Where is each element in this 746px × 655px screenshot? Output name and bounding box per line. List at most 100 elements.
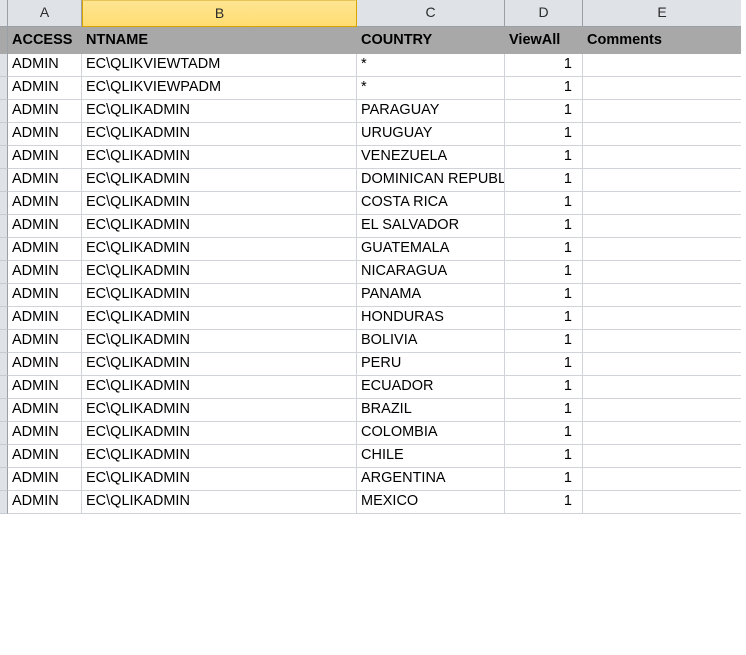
row-gutter[interactable] xyxy=(0,27,8,54)
cell-viewall[interactable]: 1 xyxy=(505,100,583,123)
table-row[interactable]: ADMIN EC\QLIKADMIN VENEZUELA 1 xyxy=(0,146,746,169)
select-all-corner[interactable] xyxy=(0,0,8,27)
cell-access[interactable]: ADMIN xyxy=(8,353,82,376)
row-gutter[interactable] xyxy=(0,77,8,100)
cell-ntname[interactable]: EC\QLIKADMIN xyxy=(82,468,357,491)
table-row[interactable]: ADMIN EC\QLIKADMIN MEXICO 1 xyxy=(0,491,746,514)
cell-comments[interactable] xyxy=(583,422,741,445)
row-gutter[interactable] xyxy=(0,307,8,330)
table-row[interactable]: ADMIN EC\QLIKADMIN HONDURAS 1 xyxy=(0,307,746,330)
cell-access[interactable]: ADMIN xyxy=(8,330,82,353)
cell-country[interactable]: VENEZUELA xyxy=(357,146,505,169)
cell-country[interactable]: BOLIVIA xyxy=(357,330,505,353)
cell-ntname[interactable]: EC\QLIKADMIN xyxy=(82,353,357,376)
cell-comments[interactable] xyxy=(583,468,741,491)
table-row[interactable]: ADMIN EC\QLIKADMIN EL SALVADOR 1 xyxy=(0,215,746,238)
table-row[interactable]: ADMIN EC\QLIKADMIN CHILE 1 xyxy=(0,445,746,468)
cell-country[interactable]: PANAMA xyxy=(357,284,505,307)
column-title-comments[interactable]: Comments xyxy=(583,27,741,54)
row-gutter[interactable] xyxy=(0,146,8,169)
cell-country[interactable]: COLOMBIA xyxy=(357,422,505,445)
row-gutter[interactable] xyxy=(0,330,8,353)
cell-country[interactable]: PARAGUAY xyxy=(357,100,505,123)
cell-viewall[interactable]: 1 xyxy=(505,77,583,100)
cell-access[interactable]: ADMIN xyxy=(8,54,82,77)
table-row[interactable]: ADMIN EC\QLIKADMIN COSTA RICA 1 xyxy=(0,192,746,215)
cell-country[interactable]: DOMINICAN REPUBLIC xyxy=(357,169,505,192)
cell-comments[interactable] xyxy=(583,146,741,169)
cell-comments[interactable] xyxy=(583,261,741,284)
cell-ntname[interactable]: EC\QLIKADMIN xyxy=(82,422,357,445)
cell-viewall[interactable]: 1 xyxy=(505,399,583,422)
cell-viewall[interactable]: 1 xyxy=(505,238,583,261)
cell-access[interactable]: ADMIN xyxy=(8,261,82,284)
row-gutter[interactable] xyxy=(0,399,8,422)
cell-country[interactable]: NICARAGUA xyxy=(357,261,505,284)
cell-country[interactable]: GUATEMALA xyxy=(357,238,505,261)
cell-comments[interactable] xyxy=(583,169,741,192)
cell-access[interactable]: ADMIN xyxy=(8,215,82,238)
row-gutter[interactable] xyxy=(0,215,8,238)
row-gutter[interactable] xyxy=(0,376,8,399)
cell-comments[interactable] xyxy=(583,54,741,77)
cell-ntname[interactable]: EC\QLIKVIEWPADM xyxy=(82,77,357,100)
cell-ntname[interactable]: EC\QLIKADMIN xyxy=(82,399,357,422)
cell-access[interactable]: ADMIN xyxy=(8,491,82,514)
cell-access[interactable]: ADMIN xyxy=(8,445,82,468)
cell-viewall[interactable]: 1 xyxy=(505,146,583,169)
cell-comments[interactable] xyxy=(583,284,741,307)
cell-access[interactable]: ADMIN xyxy=(8,146,82,169)
row-gutter[interactable] xyxy=(0,353,8,376)
table-row[interactable]: ADMIN EC\QLIKADMIN BRAZIL 1 xyxy=(0,399,746,422)
cell-comments[interactable] xyxy=(583,353,741,376)
table-row[interactable]: ADMIN EC\QLIKADMIN NICARAGUA 1 xyxy=(0,261,746,284)
cell-access[interactable]: ADMIN xyxy=(8,238,82,261)
row-gutter[interactable] xyxy=(0,192,8,215)
row-gutter[interactable] xyxy=(0,100,8,123)
cell-comments[interactable] xyxy=(583,307,741,330)
cell-access[interactable]: ADMIN xyxy=(8,468,82,491)
cell-viewall[interactable]: 1 xyxy=(505,330,583,353)
cell-comments[interactable] xyxy=(583,123,741,146)
cell-viewall[interactable]: 1 xyxy=(505,376,583,399)
cell-access[interactable]: ADMIN xyxy=(8,307,82,330)
table-row[interactable]: ADMIN EC\QLIKADMIN PANAMA 1 xyxy=(0,284,746,307)
cell-ntname[interactable]: EC\QLIKADMIN xyxy=(82,261,357,284)
cell-ntname[interactable]: EC\QLIKADMIN xyxy=(82,169,357,192)
cell-viewall[interactable]: 1 xyxy=(505,353,583,376)
cell-ntname[interactable]: EC\QLIKADMIN xyxy=(82,445,357,468)
cell-access[interactable]: ADMIN xyxy=(8,284,82,307)
table-row[interactable]: ADMIN EC\QLIKVIEWTADM * 1 xyxy=(0,54,746,77)
row-gutter[interactable] xyxy=(0,284,8,307)
cell-country[interactable]: EL SALVADOR xyxy=(357,215,505,238)
column-title-ntname[interactable]: NTNAME xyxy=(82,27,357,54)
table-row[interactable]: ADMIN EC\QLIKADMIN ARGENTINA 1 xyxy=(0,468,746,491)
cell-comments[interactable] xyxy=(583,100,741,123)
cell-ntname[interactable]: EC\QLIKADMIN xyxy=(82,238,357,261)
cell-ntname[interactable]: EC\QLIKADMIN xyxy=(82,376,357,399)
cell-country[interactable]: HONDURAS xyxy=(357,307,505,330)
column-title-country[interactable]: COUNTRY xyxy=(357,27,505,54)
table-row[interactable]: ADMIN EC\QLIKADMIN BOLIVIA 1 xyxy=(0,330,746,353)
cell-viewall[interactable]: 1 xyxy=(505,261,583,284)
cell-viewall[interactable]: 1 xyxy=(505,284,583,307)
cell-comments[interactable] xyxy=(583,238,741,261)
cell-comments[interactable] xyxy=(583,445,741,468)
cell-country[interactable]: URUGUAY xyxy=(357,123,505,146)
cell-country[interactable]: COSTA RICA xyxy=(357,192,505,215)
cell-viewall[interactable]: 1 xyxy=(505,307,583,330)
cell-viewall[interactable]: 1 xyxy=(505,445,583,468)
cell-access[interactable]: ADMIN xyxy=(8,376,82,399)
table-row[interactable]: ADMIN EC\QLIKADMIN PERU 1 xyxy=(0,353,746,376)
cell-country[interactable]: * xyxy=(357,77,505,100)
column-title-viewall[interactable]: ViewAll xyxy=(505,27,583,54)
cell-comments[interactable] xyxy=(583,376,741,399)
cell-comments[interactable] xyxy=(583,192,741,215)
cell-viewall[interactable]: 1 xyxy=(505,123,583,146)
cell-viewall[interactable]: 1 xyxy=(505,468,583,491)
table-row[interactable]: ADMIN EC\QLIKADMIN URUGUAY 1 xyxy=(0,123,746,146)
row-gutter[interactable] xyxy=(0,169,8,192)
column-header-b[interactable]: B xyxy=(82,0,357,27)
cell-ntname[interactable]: EC\QLIKVIEWTADM xyxy=(82,54,357,77)
cell-ntname[interactable]: EC\QLIKADMIN xyxy=(82,491,357,514)
